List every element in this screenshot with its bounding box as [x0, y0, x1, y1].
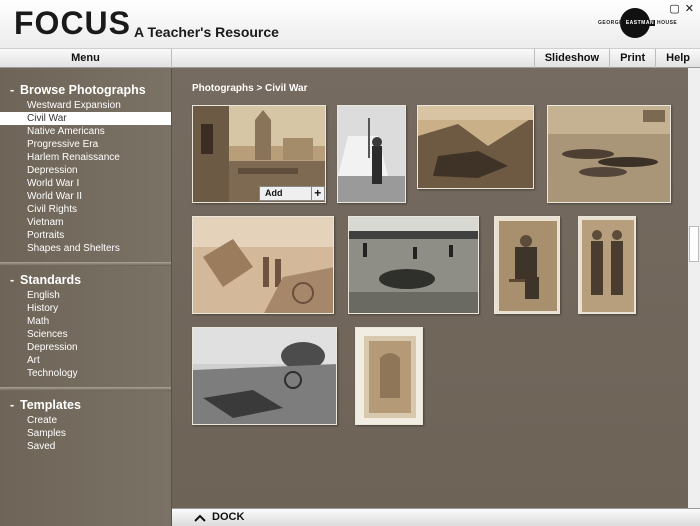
- photo-trench-field: [418, 106, 533, 188]
- menubar: Menu Slideshow Print Help: [0, 48, 700, 68]
- eastman-text-mid: EASTMAN: [624, 20, 656, 26]
- chevron-up-icon[interactable]: [194, 513, 206, 523]
- sidebar-item-history[interactable]: History: [0, 302, 171, 315]
- sidebar-item-world-war-i[interactable]: World War I: [0, 177, 171, 190]
- sidebar-item-progressive-era[interactable]: Progressive Era: [0, 138, 171, 151]
- close-icon[interactable]: ✕: [685, 2, 694, 15]
- browse-section: - Browse Photographs Westward Expansion C…: [0, 82, 171, 255]
- photo-thumbnail[interactable]: [192, 327, 337, 425]
- photo-engraving-battle: [193, 328, 336, 424]
- eastman-text-right: HOUSE: [656, 20, 678, 26]
- photo-gallery: Photographs > Civil War Add Photo +: [172, 68, 688, 508]
- sidebar-item-depression[interactable]: Depression: [0, 164, 171, 177]
- sidebar-item-create[interactable]: Create: [0, 414, 171, 427]
- add-photo-label: Add Photo: [260, 187, 312, 202]
- menu-button[interactable]: Menu: [0, 49, 172, 68]
- print-button[interactable]: Print: [609, 49, 655, 68]
- app-header: FOCUS A Teacher's Resource GEORGE EASTMA…: [0, 0, 700, 48]
- sidebar-divider: [0, 387, 171, 391]
- photo-thumbnail[interactable]: [192, 216, 334, 314]
- photo-field-horses: [349, 217, 478, 313]
- vertical-scrollbar[interactable]: [688, 68, 700, 508]
- focus-logo: FOCUS: [14, 5, 131, 41]
- maximize-icon[interactable]: ▢: [669, 2, 679, 15]
- standards-section-title[interactable]: - Standards: [0, 272, 171, 288]
- help-button[interactable]: Help: [655, 49, 700, 68]
- sidebar-divider: [0, 262, 171, 266]
- photo-thumbnail[interactable]: Add Photo +: [192, 105, 326, 203]
- sidebar-item-technology[interactable]: Technology: [0, 367, 171, 380]
- breadcrumb: Photographs > Civil War: [192, 83, 308, 94]
- app-subtitle: A Teacher's Resource: [134, 24, 279, 40]
- sidebar-item-native-americans[interactable]: Native Americans: [0, 125, 171, 138]
- photo-wagon-wreckage: [193, 217, 333, 313]
- sidebar-item-art[interactable]: Art: [0, 354, 171, 367]
- sidebar-item-harlem-renaissance[interactable]: Harlem Renaissance: [0, 151, 171, 164]
- scrollbar-thumb[interactable]: [689, 226, 699, 262]
- sidebar-item-saved[interactable]: Saved: [0, 440, 171, 453]
- dock-label[interactable]: DOCK: [212, 511, 244, 523]
- sidebar-item-vietnam[interactable]: Vietnam: [0, 216, 171, 229]
- photo-seated-soldier: [495, 217, 559, 313]
- photo-thumbnail[interactable]: [348, 216, 479, 314]
- templates-section: - Templates Create Samples Saved: [0, 397, 171, 453]
- sidebar-item-samples[interactable]: Samples: [0, 427, 171, 440]
- photo-battlefield-dead: [548, 106, 670, 202]
- add-plus-icon[interactable]: +: [312, 187, 324, 200]
- dock-bar[interactable]: DOCK: [172, 508, 700, 526]
- eastman-house-logo: GEORGE EASTMAN HOUSE: [598, 8, 677, 40]
- sidebar-item-civil-war[interactable]: Civil War: [0, 112, 171, 125]
- sidebar-item-world-war-ii[interactable]: World War II: [0, 190, 171, 203]
- photo-soldier-tent: [338, 106, 405, 202]
- photo-framed-portrait: [356, 328, 422, 424]
- photo-two-soldiers: [579, 217, 635, 313]
- sidebar-item-sciences[interactable]: Sciences: [0, 328, 171, 341]
- photo-thumbnail[interactable]: [547, 105, 671, 203]
- sidebar-item-math[interactable]: Math: [0, 315, 171, 328]
- standards-section: - Standards English History Math Sciences…: [0, 272, 171, 380]
- sidebar: - Browse Photographs Westward Expansion C…: [0, 68, 172, 526]
- photo-thumbnail[interactable]: [578, 216, 636, 314]
- sidebar-item-portraits[interactable]: Portraits: [0, 229, 171, 242]
- templates-section-title[interactable]: - Templates: [0, 397, 171, 413]
- sidebar-item-civil-rights[interactable]: Civil Rights: [0, 203, 171, 216]
- slideshow-button[interactable]: Slideshow: [533, 49, 609, 68]
- photo-thumbnail[interactable]: [417, 105, 534, 189]
- add-photo-button[interactable]: Add Photo +: [259, 186, 325, 202]
- photo-thumbnail[interactable]: [355, 327, 423, 425]
- sidebar-item-depression-standard[interactable]: Depression: [0, 341, 171, 354]
- sidebar-item-english[interactable]: English: [0, 289, 171, 302]
- photo-thumbnail[interactable]: [494, 216, 560, 314]
- sidebar-item-westward-expansion[interactable]: Westward Expansion: [0, 99, 171, 112]
- eastman-text-left: GEORGE: [598, 20, 623, 26]
- sidebar-item-shapes-and-shelters[interactable]: Shapes and Shelters: [0, 242, 171, 255]
- photo-thumbnail[interactable]: [337, 105, 406, 203]
- browse-section-title[interactable]: - Browse Photographs: [0, 82, 171, 98]
